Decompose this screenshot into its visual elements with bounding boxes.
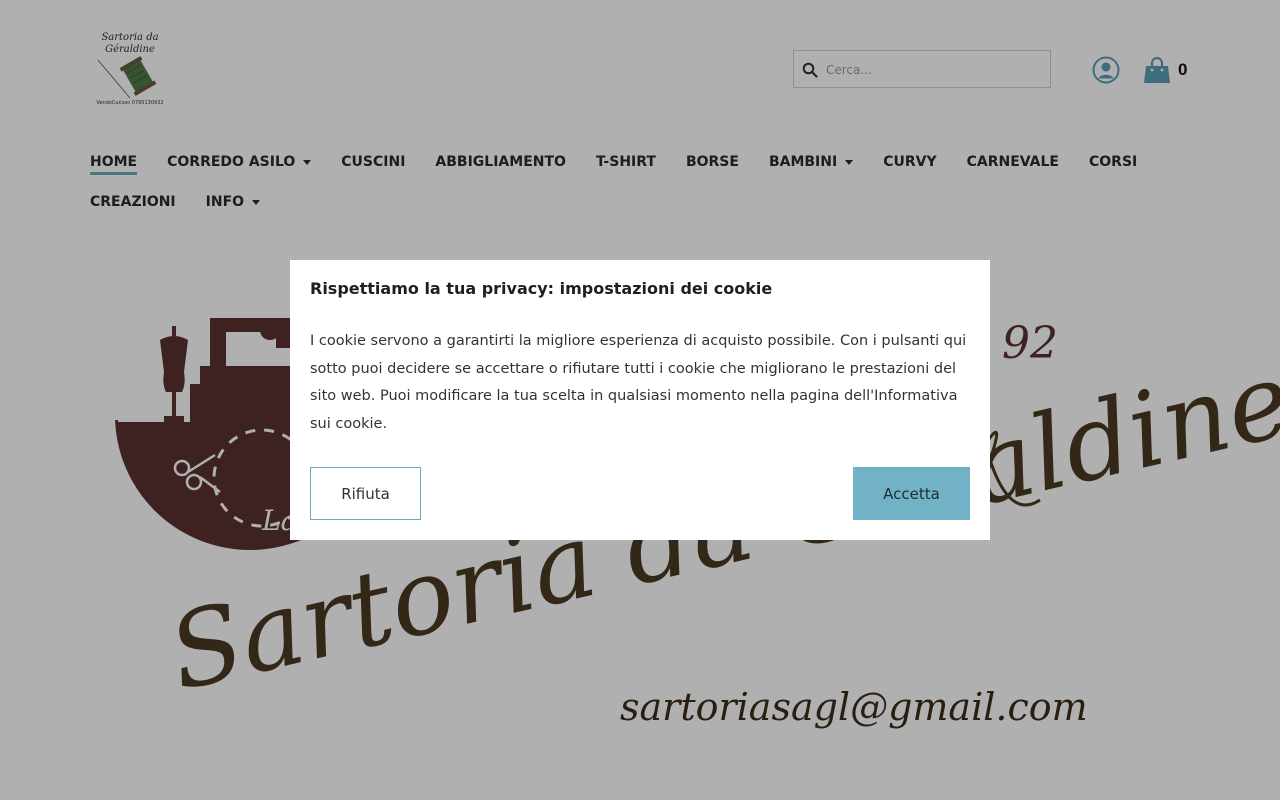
- cookie-consent-dialog: Rispettiamo la tua privacy: impostazioni…: [290, 260, 990, 540]
- reject-cookies-button[interactable]: Rifiuta: [310, 467, 421, 520]
- accept-cookies-button[interactable]: Accetta: [853, 467, 970, 520]
- cookie-dialog-text: I cookie servono a garantirti la miglior…: [310, 333, 967, 432]
- cookie-dialog-title: Rispettiamo la tua privacy: impostazioni…: [310, 279, 773, 298]
- page: Sartoria da Géraldine VendoCucuso 079513…: [0, 0, 1280, 800]
